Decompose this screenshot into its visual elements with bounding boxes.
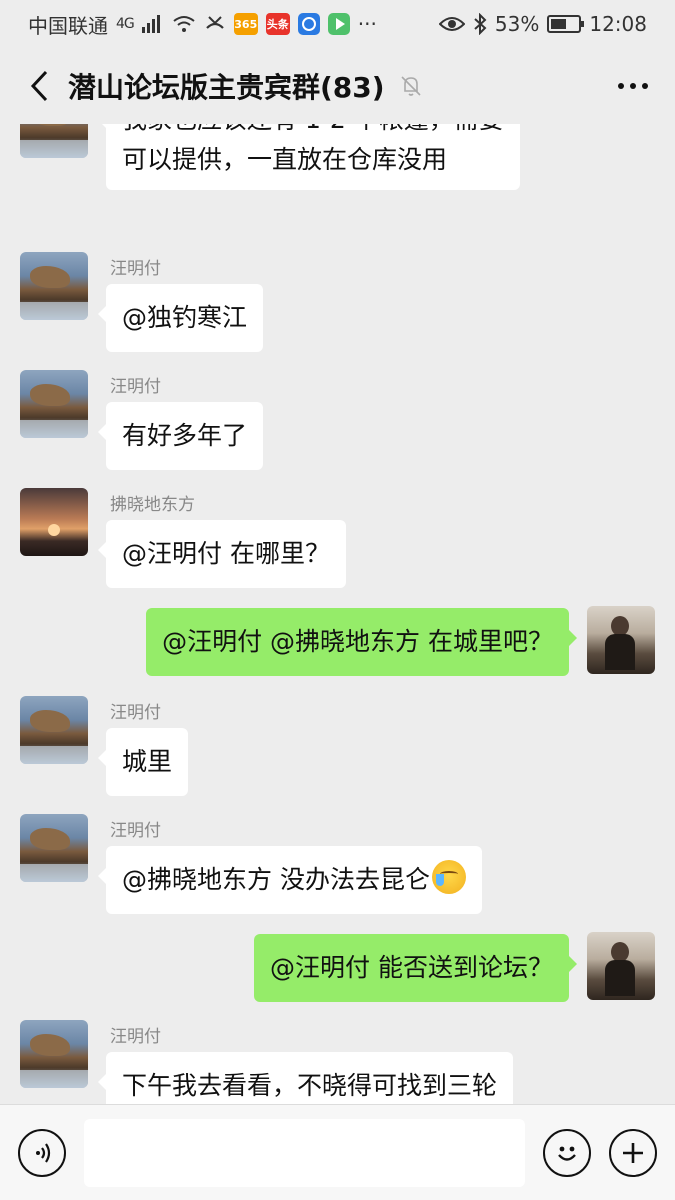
sender-name: 汪明付 [110, 703, 161, 723]
emoji-button[interactable] [543, 1128, 591, 1177]
app-blue-icon [297, 13, 320, 35]
message-text-line2: 可以提供，一直放在仓库没用 [122, 145, 448, 174]
avatar[interactable] [20, 696, 88, 764]
avatar[interactable] [20, 252, 88, 320]
eye-icon [438, 17, 465, 31]
message-bubble[interactable]: 城里 [97, 728, 189, 796]
message-bubble[interactable]: @汪明付 在哪里？ [98, 520, 346, 588]
crying-laughing-emoji-icon [431, 860, 466, 894]
message-text: @独钓寒江 [122, 303, 248, 332]
chat-header: 潜山论坛版主贵宾群(83) [0, 48, 675, 124]
avatar[interactable] [20, 1020, 88, 1088]
network-label: 4G [116, 16, 135, 32]
play-app-icon [327, 13, 350, 35]
sender-name: 汪明付 [110, 821, 161, 841]
avatar[interactable] [20, 370, 88, 438]
avatar[interactable] [20, 124, 88, 158]
message-bubble[interactable]: 我家也应该还有 1-2 个帐篷，需要 可以提供，一直放在仓库没用 [98, 124, 520, 190]
message-text: @汪明付 在哪里？ [122, 539, 330, 568]
input-bar [0, 1104, 675, 1200]
battery-icon [547, 15, 585, 33]
plus-button[interactable] [609, 1128, 657, 1177]
avatar[interactable] [20, 814, 88, 882]
avatar[interactable] [587, 606, 655, 674]
back-arrow-icon [30, 70, 48, 102]
message-bubble[interactable]: @拂晓地东方 没办法去昆仑 [98, 846, 482, 914]
message-text: 下午我去看看，不晓得可找到三轮 [122, 1071, 498, 1100]
more-options-button[interactable] [611, 66, 655, 106]
back-button[interactable] [20, 66, 60, 106]
sender-name: 汪明付 [110, 259, 161, 279]
more-dot [630, 83, 636, 89]
message-text: @拂晓地东方 没办法去昆仑 [122, 865, 430, 894]
carrier-label: 中国联通 [28, 13, 108, 38]
plus-icon [623, 1142, 643, 1163]
sender-name: 汪明付 [110, 377, 161, 397]
message-bubble[interactable]: @独钓寒江 [97, 284, 264, 352]
voice-icon [36, 1142, 51, 1163]
battery-percent: 53% [494, 12, 540, 36]
message-bubble[interactable]: @汪明付 @拂晓地东方 在城里吧？ [146, 608, 577, 676]
status-bar-right: 53% 12:08 [438, 12, 647, 36]
message-text: @汪明付 @拂晓地东方 在城里吧？ [162, 627, 553, 656]
voice-button[interactable] [18, 1128, 66, 1177]
chat-title: 潜山论坛版主贵宾群(83) [68, 71, 385, 104]
missed-call-icon [205, 16, 224, 29]
message-bubble[interactable]: 下午我去看看，不晓得可找到三轮 [97, 1052, 514, 1104]
status-bar: 中国联通 4G 365 头条 ··· 53% 12:08 [0, 0, 675, 48]
message-text: 我家也应该还有 1-2 个帐篷，需要 [122, 124, 504, 140]
signal-icon [141, 15, 160, 33]
clock: 12:08 [589, 12, 647, 36]
status-bar-left: 中国联通 4G 365 头条 ··· [28, 10, 377, 39]
message-bubble[interactable]: @汪明付 能否送到论坛？ [254, 934, 577, 1002]
avatar[interactable] [587, 932, 655, 1000]
sender-name: 汪明付 [110, 1027, 161, 1047]
avatar[interactable] [20, 488, 88, 556]
message-text: 城里 [122, 747, 173, 776]
chat-message-list[interactable]: 我家也应该还有 1-2 个帐篷，需要 可以提供，一直放在仓库没用 汪明付 @独钓… [0, 124, 675, 1104]
message-input[interactable] [84, 1118, 525, 1187]
message-text: @汪明付 能否送到论坛？ [270, 953, 553, 982]
more-dot [642, 83, 648, 89]
toutiao-icon: 头条 [265, 13, 290, 35]
bluetooth-icon [474, 13, 487, 35]
wifi-icon [173, 16, 195, 32]
more-notifications-label: ··· [357, 12, 377, 36]
message-text: 有好多年了 [122, 421, 248, 450]
app-365-icon: 365 [233, 13, 258, 35]
message-bubble[interactable]: 有好多年了 [97, 402, 264, 470]
sender-name: 拂晓地东方 [110, 495, 195, 515]
mute-bell-icon [400, 76, 421, 96]
more-dots-icon [618, 83, 624, 89]
emoji-icon [558, 1146, 576, 1161]
